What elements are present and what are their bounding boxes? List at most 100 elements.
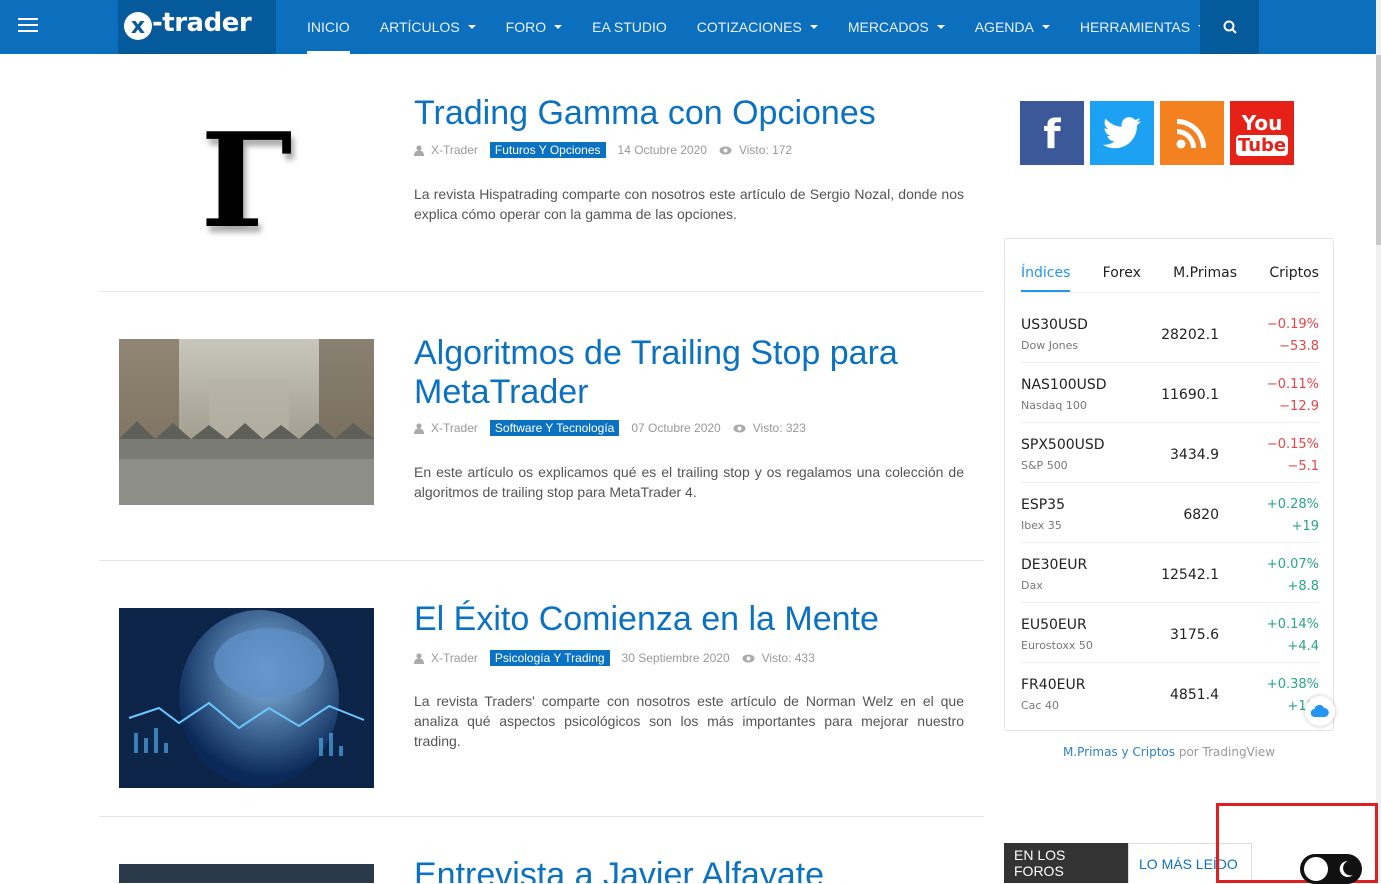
article-thumbnail[interactable]	[119, 339, 374, 505]
toggle-knob	[1304, 857, 1328, 881]
logo-mark: x	[124, 12, 152, 40]
hamburger-icon[interactable]	[18, 18, 38, 36]
user-icon	[414, 144, 424, 156]
article-views: Visto: 323	[752, 421, 806, 435]
quote-name: Eurostoxx 50	[1021, 639, 1093, 652]
twitter-icon	[1103, 117, 1141, 149]
article-excerpt: La revista Hispatrading comparte con nos…	[414, 186, 964, 222]
article-thumbnail[interactable]	[119, 608, 374, 788]
article-title[interactable]: Trading Gamma con Opciones	[414, 94, 974, 133]
quote-percent-change: −0.11%	[1266, 377, 1319, 392]
quote-price: 4851.4	[1170, 687, 1219, 703]
caret-down-icon	[554, 25, 563, 29]
nav-item-cotizaciones[interactable]: COTIZACIONES	[682, 0, 833, 54]
article-date: 30 Septiembre 2020	[621, 651, 730, 665]
youtube-icon-top: You	[1241, 110, 1283, 135]
caret-down-icon	[936, 25, 945, 29]
market-tab[interactable]: Índices	[1021, 265, 1071, 292]
article-card: Algoritmos de Trailing Stop para MetaTra…	[99, 330, 984, 550]
quote-symbol: DE30EUR	[1021, 557, 1088, 573]
facebook-button[interactable]: f	[1020, 101, 1084, 165]
caret-down-icon	[467, 25, 476, 29]
nav-item-herramientas[interactable]: HERRAMIENTAS	[1065, 0, 1221, 54]
eye-icon	[742, 654, 755, 662]
youtube-icon: You Tube	[1235, 110, 1289, 156]
nav-item-inicio[interactable]: INICIO	[292, 0, 365, 54]
cloud-icon[interactable]	[1305, 696, 1335, 726]
quote-name: Dax	[1021, 579, 1043, 592]
quote-price: 6820	[1183, 507, 1219, 523]
nav-item-label: INICIO	[307, 19, 350, 35]
quote-change: −5.1	[1287, 459, 1319, 474]
article-title[interactable]: Entrevista a Javier Alfayate	[414, 856, 974, 883]
quote-name: S&P 500	[1021, 459, 1068, 472]
quote-percent-change: +0.07%	[1266, 557, 1319, 572]
twitter-button[interactable]	[1090, 101, 1154, 165]
article-meta: X-Trader Software Y Tecnología 07 Octubr…	[414, 420, 806, 436]
market-tab[interactable]: M.Primas	[1173, 265, 1237, 292]
page-scrollbar[interactable]	[1376, 0, 1381, 883]
nav-item-label: FORO	[505, 19, 547, 35]
quote-price: 28202.1	[1161, 327, 1219, 343]
quote-change: +8.8	[1287, 579, 1319, 594]
article-author[interactable]: X-Trader	[431, 651, 478, 665]
rss-icon	[1176, 119, 1206, 149]
caret-down-icon	[809, 25, 818, 29]
logo-text: -trader	[152, 8, 252, 38]
tradingview-link[interactable]: M.Primas y Criptos	[1063, 745, 1175, 759]
article-views: Visto: 172	[738, 143, 793, 157]
quote-price: 12542.1	[1161, 567, 1219, 583]
category-badge[interactable]: Futuros Y Opciones	[489, 142, 606, 158]
site-logo[interactable]: x -trader	[118, 0, 276, 54]
youtube-button[interactable]: You Tube	[1230, 101, 1294, 165]
article-title[interactable]: El Éxito Comienza en la Mente	[414, 600, 974, 639]
article-thumbnail[interactable]: Γ	[119, 110, 374, 250]
nav-item-art-culos[interactable]: ARTÍCULOS	[365, 0, 491, 54]
quote-symbol: FR40EUR	[1021, 677, 1086, 693]
quote-row[interactable]: EU50EUR Eurostoxx 50 3175.6 +0.14% +4.4	[1021, 603, 1319, 663]
article-thumbnail[interactable]	[119, 864, 374, 883]
quote-row[interactable]: SPX500USD S&P 500 3434.9 −0.15% −5.1	[1021, 423, 1319, 483]
divider	[99, 291, 984, 292]
user-icon	[414, 422, 424, 434]
nav-item-foro[interactable]: FORO	[491, 0, 577, 54]
nav-item-mercados[interactable]: MERCADOS	[833, 0, 960, 54]
eye-icon	[719, 146, 732, 154]
quote-row[interactable]: NAS100USD Nasdaq 100 11690.1 −0.11% −12.9	[1021, 363, 1319, 423]
quote-price: 3434.9	[1170, 447, 1219, 463]
tab-en-los-foros[interactable]: EN LOS FOROS	[1004, 843, 1128, 883]
nav-item-label: ARTÍCULOS	[379, 19, 460, 35]
market-tab[interactable]: Criptos	[1269, 265, 1319, 292]
article-excerpt: La revista Traders' comparte con nosotro…	[414, 693, 964, 749]
category-badge[interactable]: Psicología Y Trading	[489, 650, 610, 666]
rss-button[interactable]	[1160, 101, 1224, 165]
fence-spikes-image	[119, 339, 374, 505]
quote-name: Ibex 35	[1021, 519, 1062, 532]
nav-item-agenda[interactable]: AGENDA	[960, 0, 1065, 54]
quote-row[interactable]: FR40EUR Cac 40 4851.4 +0.38% +18.	[1021, 663, 1319, 723]
search-button[interactable]	[1200, 0, 1259, 54]
article-date: 14 Octubre 2020	[617, 143, 707, 157]
nav-item-label: EA STUDIO	[592, 19, 667, 35]
nav-item-label: AGENDA	[974, 19, 1034, 35]
article-date: 07 Octubre 2020	[631, 421, 721, 435]
dark-mode-toggle[interactable]	[1300, 854, 1362, 884]
caret-down-icon	[1041, 25, 1050, 29]
article-author[interactable]: X-Trader	[431, 143, 478, 157]
quote-percent-change: −0.19%	[1266, 317, 1319, 332]
quote-row[interactable]: US30USD Dow Jones 28202.1 −0.19% −53.8	[1021, 303, 1319, 363]
article-excerpt: En este artículo os explicamos qué es el…	[414, 464, 964, 500]
quote-row[interactable]: ESP35 Ibex 35 6820 +0.28% +19	[1021, 483, 1319, 543]
article-author[interactable]: X-Trader	[431, 421, 478, 435]
nav-item-ea-studio[interactable]: EA STUDIO	[577, 0, 682, 54]
quote-symbol: SPX500USD	[1021, 437, 1105, 453]
quote-symbol: NAS100USD	[1021, 377, 1107, 393]
quote-row[interactable]: DE30EUR Dax 12542.1 +0.07% +8.8	[1021, 543, 1319, 603]
quote-symbol: EU50EUR	[1021, 617, 1087, 633]
main-menu: INICIO ARTÍCULOS FORO EA STUDIO COTIZACIONES…	[292, 0, 1221, 54]
search-icon	[1223, 20, 1237, 34]
category-badge[interactable]: Software Y Tecnología	[489, 420, 620, 436]
article-title[interactable]: Algoritmos de Trailing Stop para MetaTra…	[414, 334, 974, 412]
market-tab[interactable]: Forex	[1103, 265, 1141, 292]
scrollbar-thumb[interactable]	[1376, 55, 1381, 245]
